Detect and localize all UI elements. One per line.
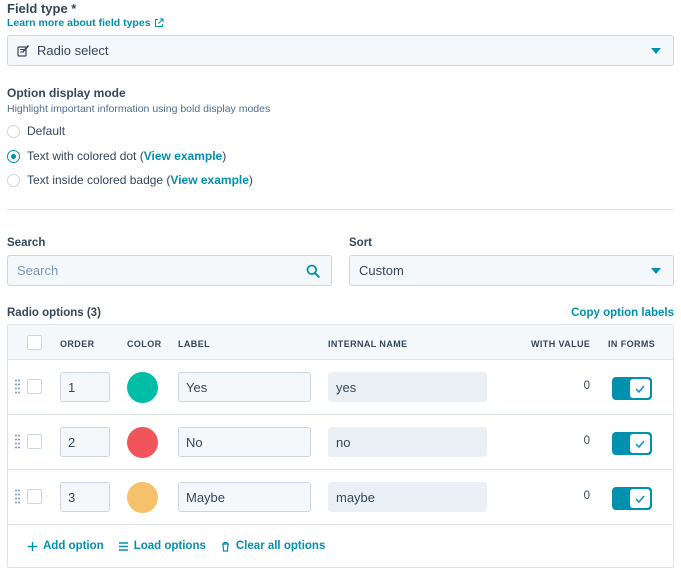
trash-icon <box>221 541 229 552</box>
external-link-icon <box>154 18 164 28</box>
clear-all-options-button[interactable]: Clear all options <box>220 540 325 552</box>
table-row: 3 Maybe maybe 0 <box>8 470 673 525</box>
drag-handle-icon[interactable] <box>15 379 20 395</box>
drag-handle-icon[interactable] <box>15 489 20 505</box>
header-order: ORDER <box>60 339 95 349</box>
label-input[interactable]: No <box>178 427 311 457</box>
label-input[interactable]: Maybe <box>178 482 311 512</box>
check-icon <box>635 440 645 448</box>
display-mode-option-colored-dot[interactable]: Text with colored dot (View example) <box>7 149 226 163</box>
radio-select-icon <box>17 45 30 57</box>
check-icon <box>635 495 645 503</box>
radio-options-title: Radio options (3) <box>7 307 101 319</box>
sort-value: Custom <box>359 263 404 278</box>
table-header: ORDER COLOR LABEL INTERNAL NAME WITH VAL… <box>8 325 673 360</box>
load-options-label: Load options <box>133 540 206 552</box>
table-row: 2 No no 0 <box>8 415 673 470</box>
internal-name-input[interactable]: no <box>328 427 487 457</box>
with-value-count: 0 <box>583 380 590 392</box>
field-type-label: Field type * <box>7 1 77 16</box>
order-input[interactable]: 2 <box>60 427 110 457</box>
option-suffix: ) <box>222 149 227 163</box>
row-checkbox[interactable] <box>27 434 42 449</box>
sort-label: Sort <box>349 237 372 249</box>
search-icon[interactable] <box>306 264 320 278</box>
add-option-label: Add option <box>43 540 104 552</box>
learn-more-link-text: Learn more about field types <box>7 17 151 29</box>
row-checkbox[interactable] <box>27 489 42 504</box>
display-mode-option-default[interactable]: Default <box>7 124 65 138</box>
copy-option-labels-link[interactable]: Copy option labels <box>571 307 674 319</box>
display-mode-option-colored-badge[interactable]: Text inside colored badge (View example) <box>7 173 253 187</box>
clear-all-options-label: Clear all options <box>235 540 326 552</box>
label-input[interactable]: Yes <box>178 372 311 402</box>
table-row: 1 Yes yes 0 <box>8 360 673 415</box>
header-in-forms: IN FORMS <box>608 339 656 349</box>
table-footer-actions: Add option Load options Clear all option… <box>8 525 673 567</box>
option-label: Default <box>27 124 66 138</box>
field-type-value: Radio select <box>37 43 109 58</box>
in-forms-toggle[interactable] <box>612 377 652 400</box>
select-all-checkbox[interactable] <box>27 335 42 350</box>
color-picker[interactable] <box>127 482 158 513</box>
drag-handle-icon[interactable] <box>15 434 20 450</box>
list-icon <box>118 541 128 551</box>
option-suffix: ) <box>248 173 253 187</box>
in-forms-toggle[interactable] <box>612 487 652 510</box>
search-input[interactable] <box>7 255 332 286</box>
row-checkbox[interactable] <box>27 379 42 394</box>
option-label: Text inside colored badge ( <box>27 173 171 187</box>
radio-button[interactable] <box>7 124 20 138</box>
load-options-button[interactable]: Load options <box>118 540 206 552</box>
chevron-down-icon <box>651 267 661 274</box>
display-mode-title: Option display mode <box>7 86 126 100</box>
plus-icon <box>28 541 37 551</box>
internal-name-input[interactable]: yes <box>328 372 487 402</box>
header-label: LABEL <box>178 339 210 349</box>
in-forms-toggle[interactable] <box>612 432 652 455</box>
header-color: COLOR <box>127 339 162 349</box>
with-value-count: 0 <box>583 435 590 447</box>
with-value-count: 0 <box>583 490 590 502</box>
field-type-select[interactable]: Radio select <box>7 35 674 66</box>
chevron-down-icon <box>651 47 661 54</box>
check-icon <box>635 385 645 393</box>
color-picker[interactable] <box>127 427 158 458</box>
color-picker[interactable] <box>127 372 158 403</box>
options-table: ORDER COLOR LABEL INTERNAL NAME WITH VAL… <box>7 324 674 568</box>
sort-select[interactable]: Custom <box>349 255 674 286</box>
radio-button-selected[interactable] <box>7 149 20 163</box>
header-with-value: WITH VALUE <box>531 339 591 349</box>
view-example-link[interactable]: View example <box>144 149 223 163</box>
view-example-link[interactable]: View example <box>170 173 249 187</box>
add-option-button[interactable]: Add option <box>27 540 104 552</box>
learn-more-link[interactable]: Learn more about field types <box>7 17 164 29</box>
search-label: Search <box>7 237 46 249</box>
order-input[interactable]: 3 <box>60 482 110 512</box>
internal-name-input[interactable]: maybe <box>328 482 487 512</box>
order-input[interactable]: 1 <box>60 372 110 402</box>
section-divider <box>7 209 674 210</box>
radio-button[interactable] <box>7 173 20 187</box>
option-label: Text with colored dot ( <box>27 149 144 163</box>
display-mode-subtitle: Highlight important information using bo… <box>7 103 271 115</box>
header-internal-name: INTERNAL NAME <box>328 339 408 349</box>
